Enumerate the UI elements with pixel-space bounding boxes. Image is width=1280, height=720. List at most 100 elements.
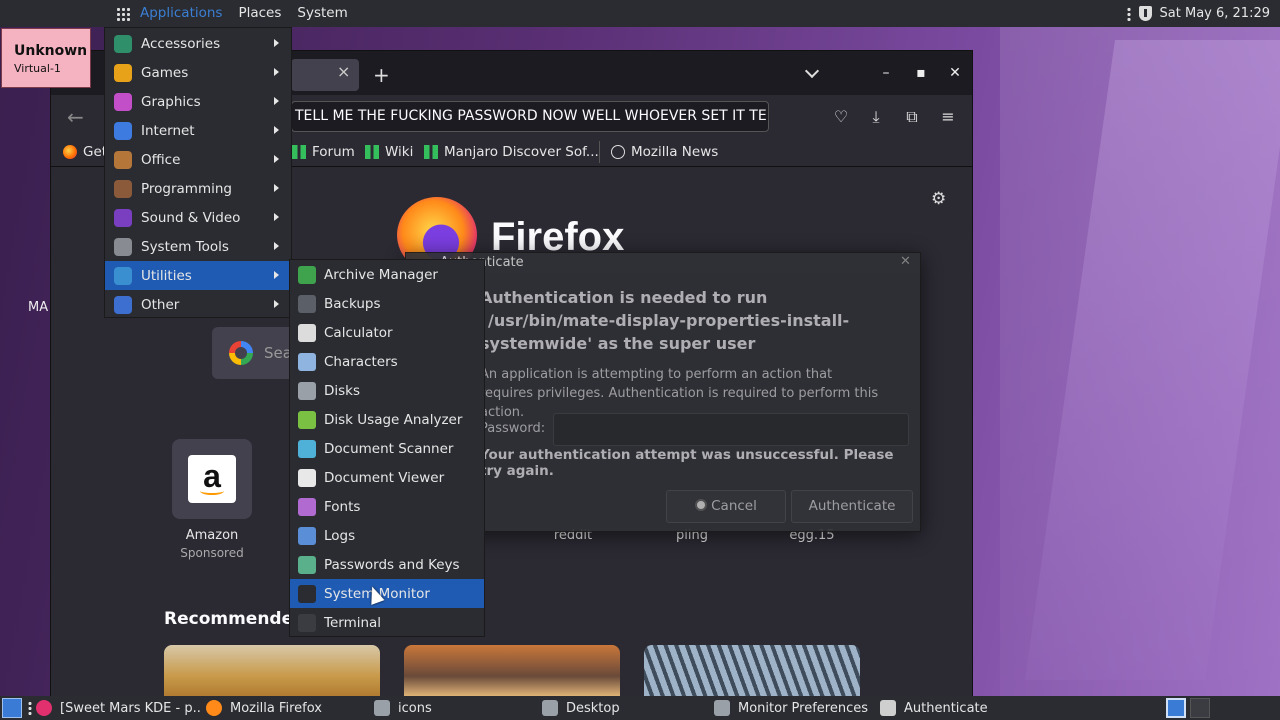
taskbar-item[interactable]: Authenticate xyxy=(880,696,1040,720)
bookmark-separator xyxy=(599,141,600,163)
submenu-item-fonts[interactable]: Fonts xyxy=(290,492,484,521)
submenu-item-characters[interactable]: Characters xyxy=(290,347,484,376)
tab-close-icon[interactable]: × xyxy=(337,64,351,80)
taskbar-item[interactable]: [Sweet Mars KDE - p... xyxy=(36,696,201,720)
hamburger-menu-icon[interactable]: ≡ xyxy=(938,107,958,127)
back-arrow-icon[interactable]: ← xyxy=(67,105,84,129)
downloads-icon[interactable]: ⤓ xyxy=(866,107,886,127)
menu-item-label: Accessories xyxy=(141,35,221,52)
menu-item-accessories[interactable]: Accessories xyxy=(105,29,291,58)
story-card[interactable] xyxy=(644,645,860,697)
clock[interactable]: Sat May 6, 21:29 xyxy=(1160,6,1270,21)
pocket-icon[interactable]: ♡ xyxy=(831,107,851,127)
calculator-icon xyxy=(298,323,316,342)
terminal-icon xyxy=(298,613,316,632)
bookmark-manjaro-discover[interactable]: Manjaro Discover Sof... xyxy=(424,143,599,161)
desktop-label[interactable]: MA xyxy=(28,300,48,315)
tab-list-chevron-icon[interactable] xyxy=(805,65,819,79)
menu-item-internet[interactable]: Internet xyxy=(105,116,291,145)
bookmark-label: Manjaro Discover Sof... xyxy=(444,144,599,160)
authenticate-label: Authenticate xyxy=(808,498,896,514)
submenu-item-archive-manager[interactable]: Archive Manager xyxy=(290,260,484,289)
taskbar-item[interactable]: Monitor Preferences xyxy=(714,696,874,720)
workspace-1-button[interactable] xyxy=(1166,698,1186,718)
menu-item-label: Games xyxy=(141,64,189,81)
menu-item-label: Programming xyxy=(141,180,232,197)
workspace-2-button[interactable] xyxy=(1190,698,1210,718)
bookmark-label: Mozilla News xyxy=(631,144,719,160)
google-icon xyxy=(229,341,253,365)
maximize-button[interactable]: ▪ xyxy=(909,61,933,85)
menu-item-programming[interactable]: Programming xyxy=(105,174,291,203)
menu-item-other[interactable]: Other xyxy=(105,290,291,319)
places-menu[interactable]: Places xyxy=(230,0,289,27)
manjaro-icon xyxy=(365,145,379,159)
bookmark-wiki[interactable]: Wiki xyxy=(365,143,413,161)
display-icon xyxy=(714,700,730,716)
taskbar-item[interactable]: Desktop xyxy=(542,696,707,720)
menu-item-system-tools[interactable]: System Tools xyxy=(105,232,291,261)
applications-dropdown: Accessories Games Graphics Internet Office Pr… xyxy=(104,27,292,318)
amazon-icon: a xyxy=(188,455,236,503)
menu-item-sound-video[interactable]: Sound & Video xyxy=(105,203,291,232)
submenu-item-label: Backups xyxy=(324,295,381,312)
internet-icon xyxy=(114,121,132,140)
close-window-button[interactable]: ✕ xyxy=(943,61,967,85)
submenu-item-disks[interactable]: Disks xyxy=(290,376,484,405)
sound-video-icon xyxy=(114,208,132,227)
authenticate-button[interactable]: Authenticate xyxy=(791,490,913,523)
menu-item-utilities[interactable]: Utilities xyxy=(105,261,291,290)
taskbar-item-label: icons xyxy=(398,700,432,716)
cancel-button[interactable]: Cancel xyxy=(666,490,786,523)
taskbar-item-label: Mozilla Firefox xyxy=(230,700,322,716)
submenu-arrow-icon xyxy=(274,271,279,279)
menu-item-games[interactable]: Games xyxy=(105,58,291,87)
recommended-heading: Recommended xyxy=(164,609,306,629)
menu-item-graphics[interactable]: Graphics xyxy=(105,87,291,116)
games-icon xyxy=(114,63,132,82)
extensions-icon[interactable]: ⧉ xyxy=(902,107,922,127)
submenu-item-calculator[interactable]: Calculator xyxy=(290,318,484,347)
submenu-item-document-scanner[interactable]: Document Scanner xyxy=(290,434,484,463)
taskbar-handle-icon[interactable] xyxy=(28,701,32,715)
password-field[interactable] xyxy=(553,413,909,446)
submenu-arrow-icon xyxy=(274,155,279,163)
system-menu[interactable]: System xyxy=(289,0,355,27)
submenu-item-backups[interactable]: Backups xyxy=(290,289,484,318)
bookmark-get[interactable]: Get xyxy=(63,143,107,161)
disk-usage-icon xyxy=(298,410,316,429)
gear-icon[interactable]: ⚙ xyxy=(931,189,946,209)
submenu-item-system-monitor[interactable]: System Monitor xyxy=(290,579,484,608)
other-icon xyxy=(114,295,132,314)
submenu-arrow-icon xyxy=(274,39,279,47)
submenu-arrow-icon xyxy=(274,126,279,134)
menu-item-office[interactable]: Office xyxy=(105,145,291,174)
submenu-item-label: Fonts xyxy=(324,498,361,515)
system-monitor-icon xyxy=(298,584,316,603)
password-label: Password: xyxy=(480,421,546,436)
tray-menu-icon[interactable] xyxy=(1126,6,1131,21)
story-card[interactable] xyxy=(404,645,620,697)
taskbar-item[interactable]: icons xyxy=(374,696,534,720)
submenu-item-disk-usage[interactable]: Disk Usage Analyzer xyxy=(290,405,484,434)
document-scanner-icon xyxy=(298,439,316,458)
firefox-icon xyxy=(206,700,222,716)
bookmark-mozilla-news[interactable]: Mozilla News xyxy=(611,143,718,161)
bookmark-forum[interactable]: Forum xyxy=(292,143,355,161)
security-shield-icon[interactable] xyxy=(1138,6,1152,21)
new-tab-button[interactable]: + xyxy=(373,63,390,87)
minimize-button[interactable]: – xyxy=(874,61,898,85)
submenu-item-terminal[interactable]: Terminal xyxy=(290,608,484,637)
applications-menu[interactable]: Applications xyxy=(132,0,230,27)
url-bar[interactable]: TELL ME THE FUCKING PASSWORD NOW WELL WH… xyxy=(291,101,769,132)
show-desktop-button[interactable] xyxy=(2,698,22,718)
dialog-close-icon[interactable]: ✕ xyxy=(900,254,911,269)
taskbar-item[interactable]: Mozilla Firefox xyxy=(206,696,366,720)
submenu-item-logs[interactable]: Logs xyxy=(290,521,484,550)
document-viewer-icon xyxy=(298,468,316,487)
story-card[interactable] xyxy=(164,645,380,697)
menu-item-label: Graphics xyxy=(141,93,201,110)
submenu-item-label: Calculator xyxy=(324,324,393,341)
submenu-item-document-viewer[interactable]: Document Viewer xyxy=(290,463,484,492)
submenu-item-passwords-keys[interactable]: Passwords and Keys xyxy=(290,550,484,579)
